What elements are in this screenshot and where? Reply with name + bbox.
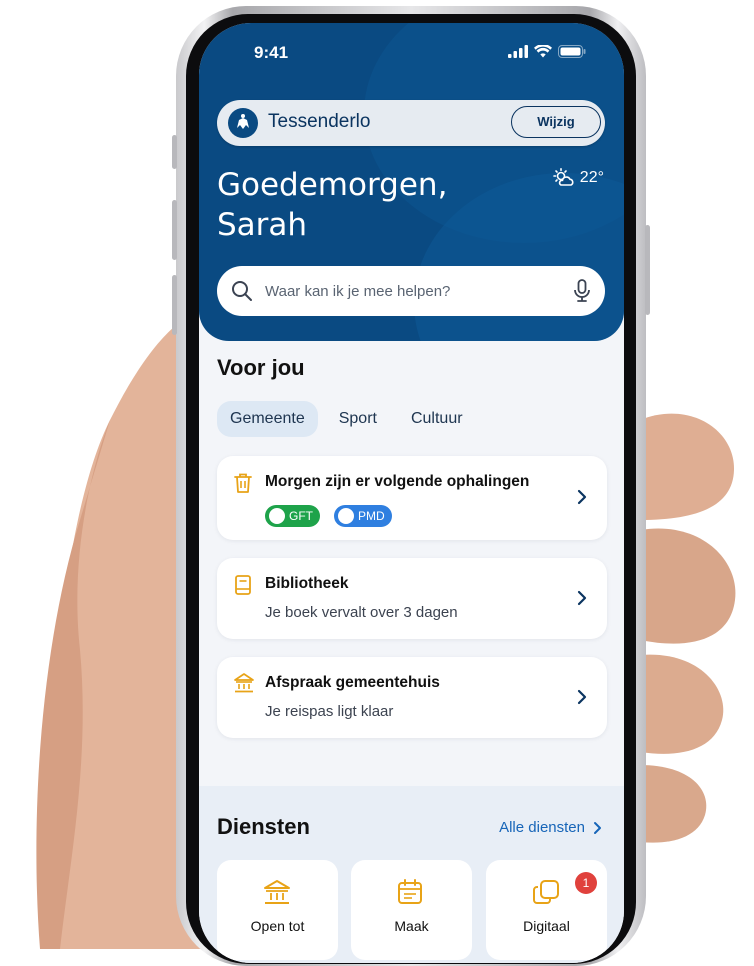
notification-badge: 1 bbox=[575, 872, 597, 894]
tag-gft: GFT bbox=[265, 505, 320, 527]
all-services-label: Alle diensten bbox=[499, 819, 585, 836]
section-title-diensten: Diensten bbox=[217, 814, 310, 839]
service-label: Maak bbox=[394, 918, 429, 934]
sun-cloud-icon bbox=[552, 168, 574, 186]
city-selector: Tessenderlo Wijzig bbox=[217, 100, 605, 146]
service-label: Digitaal bbox=[523, 918, 570, 934]
service-label: Open tot bbox=[250, 918, 305, 934]
weather-temperature: 22° bbox=[579, 169, 604, 186]
user-name: Sarah bbox=[217, 207, 308, 243]
card-title: Morgen zijn er volgende ophalingen bbox=[265, 473, 530, 490]
greeting: Goedemorgen, Sarah bbox=[217, 165, 447, 245]
greeting-line: Goedemorgen, bbox=[217, 167, 448, 203]
card-title: Afspraak gemeentehuis bbox=[265, 674, 440, 691]
search-icon bbox=[232, 281, 252, 301]
all-services-link[interactable]: Alle diensten bbox=[499, 819, 602, 836]
status-time: 9:41 bbox=[254, 43, 289, 62]
tag-label: PMD bbox=[358, 509, 385, 523]
card-library[interactable]: Bibliotheek Je boek vervalt over 3 dagen bbox=[217, 558, 607, 639]
tab-gemeente[interactable]: Gemeente bbox=[217, 401, 318, 437]
app-screen: 9:41 Tessenderlo Wijzig 22° Goedemorgen,… bbox=[199, 23, 624, 963]
copy-icon bbox=[533, 880, 559, 904]
bottle-icon bbox=[338, 508, 354, 524]
leaf-icon bbox=[269, 508, 285, 524]
microphone-icon[interactable] bbox=[573, 279, 591, 303]
service-tile-digitaal[interactable]: 1 Digitaal bbox=[486, 860, 607, 960]
header: 9:41 Tessenderlo Wijzig 22° Goedemorgen,… bbox=[199, 23, 624, 341]
chevron-right-icon bbox=[577, 489, 587, 505]
chevron-right-icon bbox=[594, 821, 601, 834]
trash-icon bbox=[234, 473, 252, 493]
search-input[interactable] bbox=[263, 277, 547, 305]
change-city-button[interactable]: Wijzig bbox=[511, 106, 601, 138]
search-bar bbox=[217, 266, 605, 316]
card-townhall-appointment[interactable]: Afspraak gemeentehuis Je reispas ligt kl… bbox=[217, 657, 607, 738]
tag-label: GFT bbox=[289, 509, 313, 523]
mute-switch bbox=[172, 135, 177, 169]
power-button bbox=[645, 225, 650, 315]
signal-icon bbox=[508, 45, 528, 58]
category-tabs: Gemeente Sport Cultuur bbox=[217, 401, 476, 437]
tag-pmd: PMD bbox=[334, 505, 392, 527]
volume-down-button bbox=[172, 275, 177, 335]
city-name: Tessenderlo bbox=[268, 111, 371, 132]
card-collections[interactable]: Morgen zijn er volgende ophalingen GFT P… bbox=[217, 456, 607, 540]
chevron-right-icon bbox=[577, 689, 587, 705]
weather-widget: 22° bbox=[552, 168, 604, 188]
section-title-voor-jou: Voor jou bbox=[217, 355, 305, 380]
service-tile-maak[interactable]: Maak bbox=[351, 860, 472, 960]
tab-cultuur[interactable]: Cultuur bbox=[398, 401, 476, 437]
wifi-icon bbox=[534, 45, 552, 58]
townhall-icon bbox=[264, 880, 290, 904]
card-title: Bibliotheek bbox=[265, 575, 349, 592]
book-icon bbox=[235, 575, 251, 595]
status-icons bbox=[508, 45, 586, 58]
volume-up-button bbox=[172, 200, 177, 260]
city-logo-icon bbox=[228, 108, 258, 138]
card-subtitle: Je reispas ligt klaar bbox=[265, 703, 394, 720]
services-section: Diensten Alle diensten Open tot Maak 1 D… bbox=[199, 786, 624, 963]
card-subtitle: Je boek vervalt over 3 dagen bbox=[265, 604, 458, 621]
service-tile-open[interactable]: Open tot bbox=[217, 860, 338, 960]
battery-icon bbox=[558, 45, 586, 58]
chevron-right-icon bbox=[577, 590, 587, 606]
tab-sport[interactable]: Sport bbox=[326, 401, 390, 437]
calendar-icon bbox=[398, 879, 422, 904]
townhall-icon bbox=[234, 673, 254, 693]
